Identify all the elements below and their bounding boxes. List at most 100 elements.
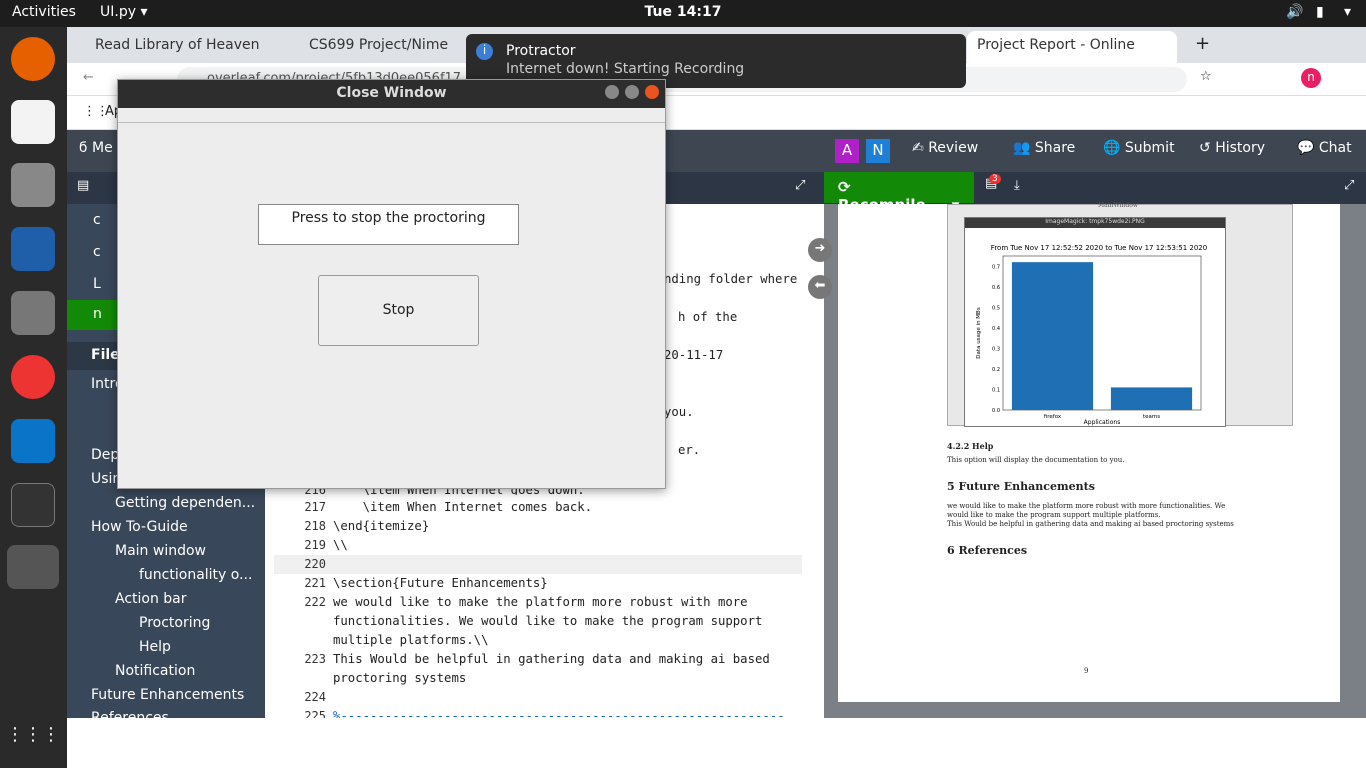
file-tree-item[interactable]: c [93,212,101,228]
code-line: This Would be helpful in gathering data … [333,652,770,666]
code-line: \section{Future Enhancements} [333,576,548,590]
code-line: proctoring systems [333,671,467,685]
y-tick-label: 0.6 [992,285,1000,291]
dialog-title: Close Window [118,80,665,108]
code-line: functionalities. We would like to make t… [333,614,763,628]
line-number: 221 [304,576,326,590]
section-references: 6 References [947,544,1028,557]
history-button[interactable]: ↺ History [1199,140,1265,156]
outline-item[interactable]: Main window [115,543,206,559]
notification-title: Protractor [506,43,576,59]
embedded-screenshot: MainWindow ImageMagick: tmpk75wde2i.PNG … [947,202,1293,427]
star-icon[interactable]: ☆ [1200,69,1212,84]
outline-item[interactable]: Help [139,639,171,655]
outline-item[interactable]: functionality o... [139,567,252,583]
show-apps-icon[interactable]: ⋮⋮⋮ [6,712,60,756]
section-help: 4.2.2 Help [947,441,994,451]
outline-item[interactable]: Getting dependen... [115,495,255,511]
submit-button[interactable]: 🌐 Submit [1103,140,1175,156]
firefox-icon[interactable] [11,37,55,81]
expand-pdf-icon[interactable]: ⤢ [1344,178,1354,193]
system-menu-icon[interactable]: ▾ [1344,4,1351,20]
chat-button[interactable]: 💬 Chat [1297,140,1352,156]
future-text: would like to make the program support m… [947,511,1161,519]
code-line: er. [678,443,701,457]
profile-avatar[interactable]: n [1301,68,1321,88]
outline-item[interactable]: Proctoring [139,615,210,631]
line-number: 219 [304,538,326,552]
minimize-icon[interactable] [605,85,619,99]
arrow-right-icon[interactable]: ➜ [808,238,832,262]
close-window-dialog: Close Window Press to stop the proctorin… [117,79,666,489]
system-top-bar: Activities UI.py ▾ Tue 14:17 🔊 ▮ ▾ [0,0,1366,27]
volume-icon[interactable]: 🔊 [1286,4,1303,20]
figure-window-title: MainWindow [1098,202,1138,209]
avatar[interactable]: N [866,139,890,163]
x-axis-label: Applications [1084,419,1121,426]
outline-item[interactable]: Dep [91,447,119,463]
text-editor-icon[interactable] [11,100,55,144]
line-number: 223 [304,652,326,666]
back-icon[interactable]: ← [83,70,94,85]
y-tick-label: 0.3 [992,346,1000,352]
tab-active[interactable]: Project Report - Online [967,31,1177,63]
refresh-icon: ⟳ [838,178,851,196]
help-text: This option will display the documentati… [947,456,1125,464]
outline-item[interactable]: Future Enhancements [91,687,244,703]
prompt-label: Press to stop the proctoring [258,204,519,245]
notification-message: Internet down! Starting Recording [506,61,745,77]
outline-item[interactable]: References [91,710,169,718]
chrome-icon[interactable] [11,355,55,399]
info-icon: i [476,43,493,60]
x-tick-label: teams [1143,414,1160,420]
terminal-icon[interactable] [11,483,55,527]
recompile-button[interactable]: ⟳ Recompile▾ [824,172,974,214]
outline-item[interactable]: Notification [115,663,195,679]
battery-icon[interactable]: ▮ [1316,4,1324,20]
expand-icon[interactable]: ⤢ [795,178,805,193]
new-tab-button[interactable]: + [1195,33,1210,54]
bar [1011,262,1094,410]
vscode-icon[interactable] [11,419,55,463]
download-icon[interactable]: ⤓ [1014,178,1020,193]
code-line: \\ [333,538,348,552]
avatar[interactable]: A [835,139,859,163]
share-button[interactable]: 👥 Share [1013,140,1075,156]
tab[interactable]: CS699 Project/Nime [299,31,464,63]
menu-button[interactable]: ϭ Me [79,140,113,156]
review-icon: ✍ [912,140,929,156]
close-icon[interactable] [645,85,659,99]
line-number: 217 [304,500,326,514]
speaker-icon[interactable] [11,291,55,335]
code-line: you. [664,405,694,419]
file-tree-item[interactable]: L [93,276,101,292]
clock[interactable]: Tue 14:17 [0,4,1366,20]
writer-icon[interactable] [11,227,55,271]
code-line: nding folder where [664,272,798,286]
files-icon[interactable] [11,163,55,207]
arrow-left-icon[interactable]: ⬅ [808,275,832,299]
share-icon: 👥 [1013,140,1035,156]
y-tick-label: 0.4 [992,326,1000,332]
dock: ⋮⋮⋮ [0,27,67,768]
line-number: 224 [304,690,326,704]
code-line: \item When Internet comes back. [333,500,593,514]
future-text: we would like to make the platform more … [947,502,1226,510]
new-file-icon[interactable]: ▤ [77,178,89,193]
code-line: h of the [678,310,738,324]
bar [1110,387,1193,410]
chart-title: From Tue Nov 17 12:52:52 2020 to Tue Nov… [991,244,1207,252]
bar-chart: From Tue Nov 17 12:52:52 2020 to Tue Nov… [976,244,1207,426]
chart-window: ImageMagick: tmpk75wde2i.PNG From Tue No… [964,217,1226,427]
outline-item[interactable]: Action bar [115,591,187,607]
review-button[interactable]: ✍ Review [912,140,978,156]
outline-item[interactable]: How To-Guide [91,519,188,535]
stop-button[interactable]: Stop [318,275,479,346]
tab[interactable]: Read Library of Heaven [85,31,299,63]
code-line: \end{itemize} [333,519,430,533]
chart-window-title: ImageMagick: tmpk75wde2i.PNG [965,218,1225,228]
file-tree-item[interactable]: c [93,244,101,260]
y-axis-label: Data usage in MBs [976,307,982,359]
maximize-icon[interactable] [625,85,639,99]
app-icon[interactable] [7,545,59,589]
